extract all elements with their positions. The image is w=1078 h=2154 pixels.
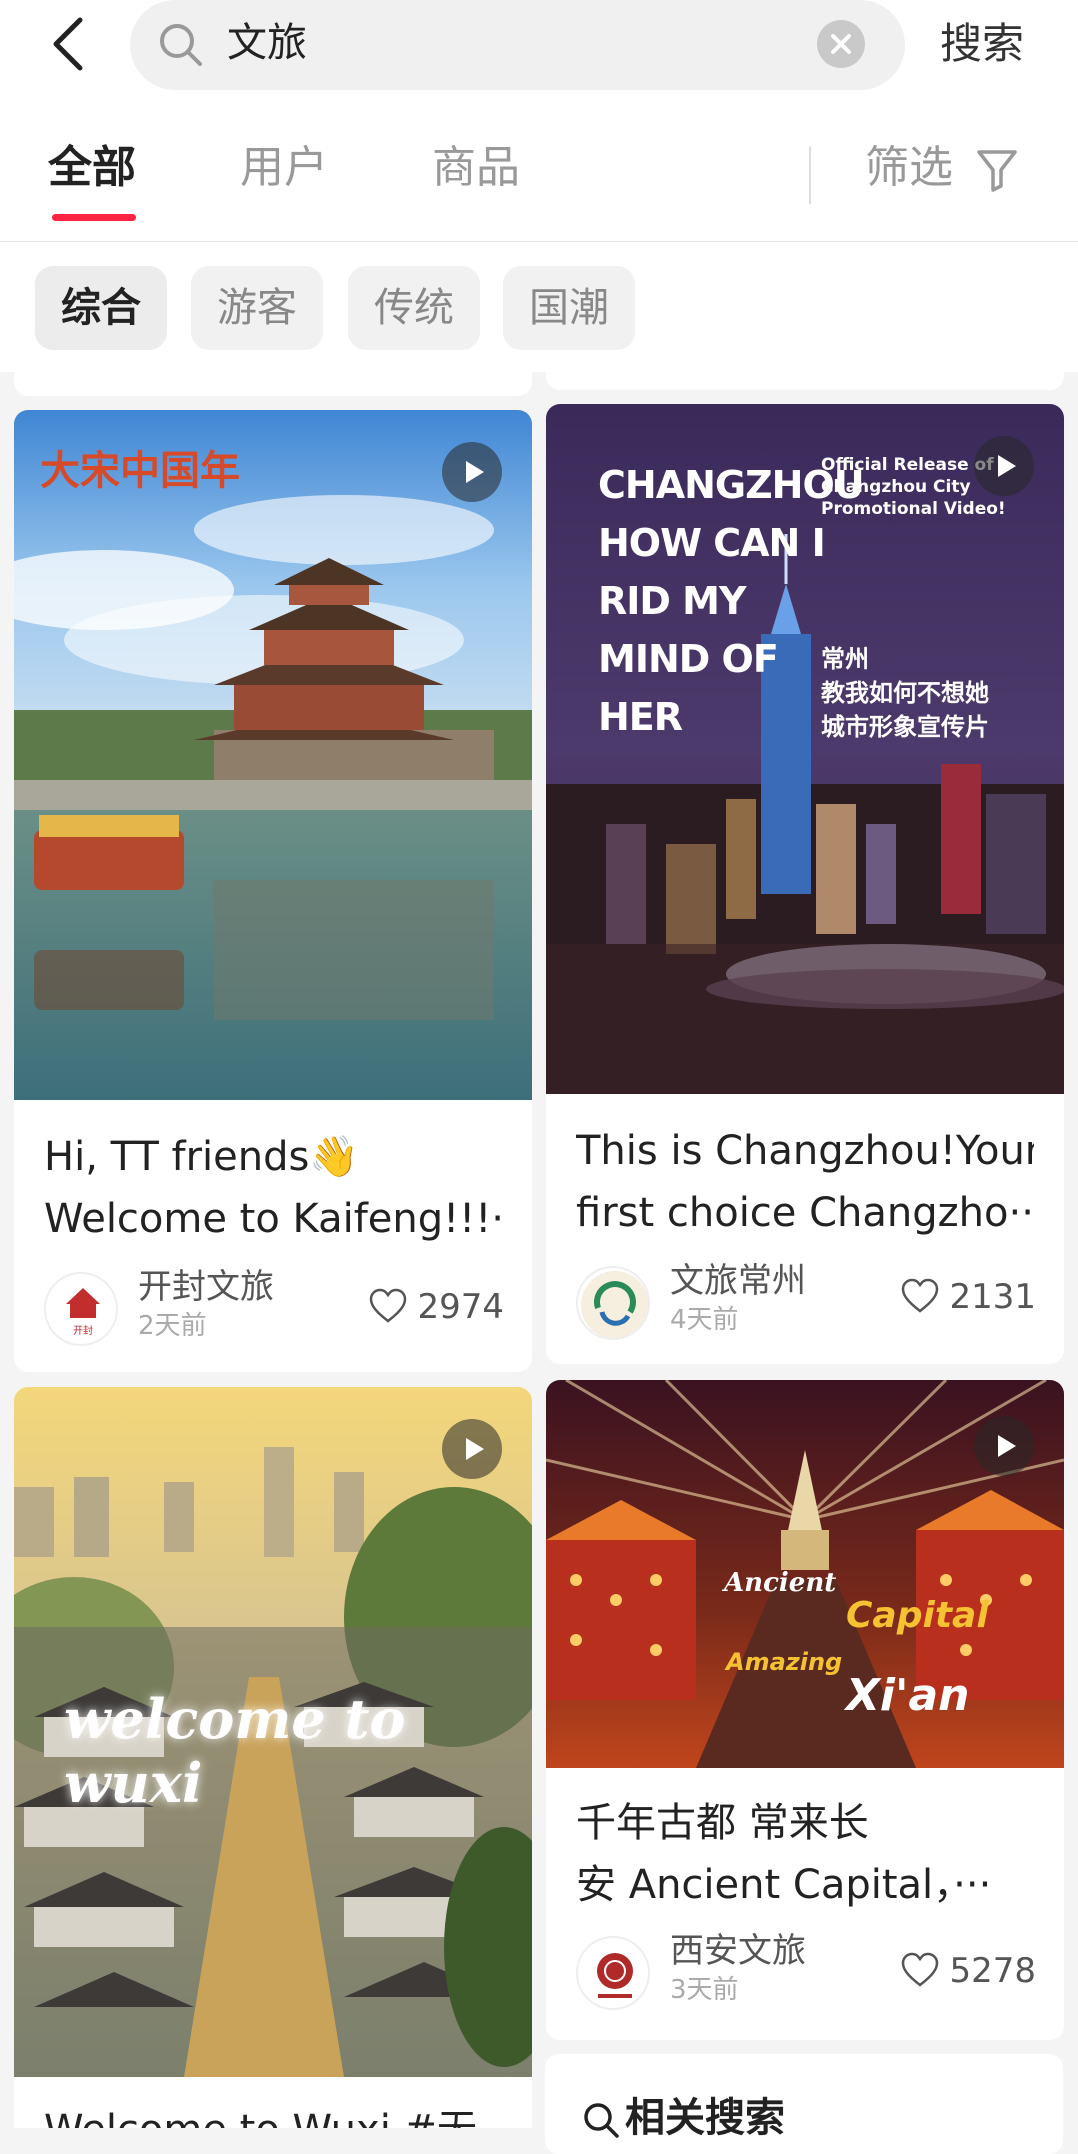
- previous-card-fragment: [546, 372, 1064, 390]
- chip-tourist[interactable]: 游客: [191, 266, 323, 350]
- search-icon: [160, 24, 202, 66]
- play-icon: [974, 436, 1034, 496]
- filter-button[interactable]: 筛选: [865, 142, 1017, 194]
- heart-icon: [370, 1288, 407, 1323]
- cover-overlay-text: welcome to wuxi: [64, 1687, 406, 1815]
- card-title: Hi, TT friends👋 Welcome to Kaifeng!!!···: [44, 1134, 502, 1242]
- play-icon: [974, 1416, 1034, 1476]
- category-chips: 综合 游客 传统 国潮: [0, 242, 1078, 372]
- note-card[interactable]: 大宋中国年 Hi, TT friends👋 Welcome to Kaifeng…: [14, 410, 532, 1372]
- related-search-card[interactable]: 相关搜索: [545, 2054, 1063, 2154]
- cover-overlay-text: 大宋中国年: [40, 447, 240, 494]
- tab-all[interactable]: 全部: [48, 142, 136, 194]
- avatar[interactable]: [576, 1936, 650, 2010]
- card-title: 千年古都 常来长 安 Ancient Capital，···: [576, 1800, 992, 1908]
- active-tab-indicator: [52, 214, 136, 221]
- avatar[interactable]: [576, 1266, 650, 1340]
- post-time: 3天前: [670, 1975, 739, 2005]
- note-card[interactable]: Ancient Capital Amazing Xi'an 千年古都 常来长 安…: [546, 1380, 1064, 2040]
- cover-word-xian: Xi'an: [846, 1670, 970, 1721]
- search-box[interactable]: 文旅: [130, 0, 905, 90]
- like-count[interactable]: 2974: [370, 1286, 504, 1328]
- author-name: 文旅常州: [670, 1261, 806, 1301]
- play-icon: [442, 442, 502, 502]
- clear-icon[interactable]: [817, 20, 865, 68]
- post-time: 2天前: [138, 1311, 207, 1341]
- card-title: This is Changzhou!Your first choice Chan…: [576, 1128, 1034, 1236]
- related-search-label: 相关搜索: [625, 2095, 785, 2141]
- play-icon: [442, 1419, 502, 1479]
- heart-icon: [902, 1952, 939, 1987]
- like-count[interactable]: 5278: [902, 1950, 1036, 1992]
- note-card[interactable]: welcome to wuxi Welcome to Wuxi #无: [14, 1387, 532, 2128]
- avatar-text: 开封: [73, 1324, 93, 1337]
- card-title: Welcome to Wuxi #无: [44, 2099, 502, 2128]
- tab-users[interactable]: 用户: [240, 142, 328, 194]
- back-arrow-icon[interactable]: [40, 8, 100, 80]
- avatar[interactable]: 开封: [44, 1272, 118, 1346]
- cover-word-capital: Capital: [846, 1595, 989, 1636]
- post-time: 4天前: [670, 1305, 739, 1335]
- note-card[interactable]: CHANGZHOU HOW CAN I RID MY MIND OF HER O…: [546, 404, 1064, 1364]
- chip-traditional[interactable]: 传统: [348, 266, 480, 350]
- author-name: 开封文旅: [138, 1267, 274, 1307]
- cover-word-amazing: Amazing: [726, 1648, 843, 1676]
- cover-overlay-chinese: 常州 教我如何不想她 城市形象宣传片: [821, 644, 989, 741]
- result-tabs: 全部 用户 商品 筛选: [0, 92, 1078, 242]
- filter-label: 筛选: [865, 142, 953, 193]
- filter-icon: [977, 150, 1017, 192]
- top-bar: 文旅 搜索: [0, 0, 1078, 92]
- like-count[interactable]: 2131: [902, 1276, 1036, 1318]
- tab-products[interactable]: 商品: [432, 142, 520, 194]
- search-button[interactable]: 搜索: [940, 14, 1024, 74]
- previous-card-fragment: [14, 372, 532, 396]
- cover-word-ancient: Ancient: [724, 1568, 837, 1598]
- card-cover-image: [14, 410, 532, 1100]
- author-name: 西安文旅: [670, 1931, 806, 1971]
- tab-divider: [809, 146, 811, 204]
- chip-guochao[interactable]: 国潮: [503, 266, 635, 350]
- chip-comprehensive[interactable]: 综合: [35, 266, 167, 350]
- search-query-text[interactable]: 文旅: [227, 18, 307, 68]
- heart-icon: [902, 1278, 939, 1313]
- search-icon: [584, 2103, 619, 2138]
